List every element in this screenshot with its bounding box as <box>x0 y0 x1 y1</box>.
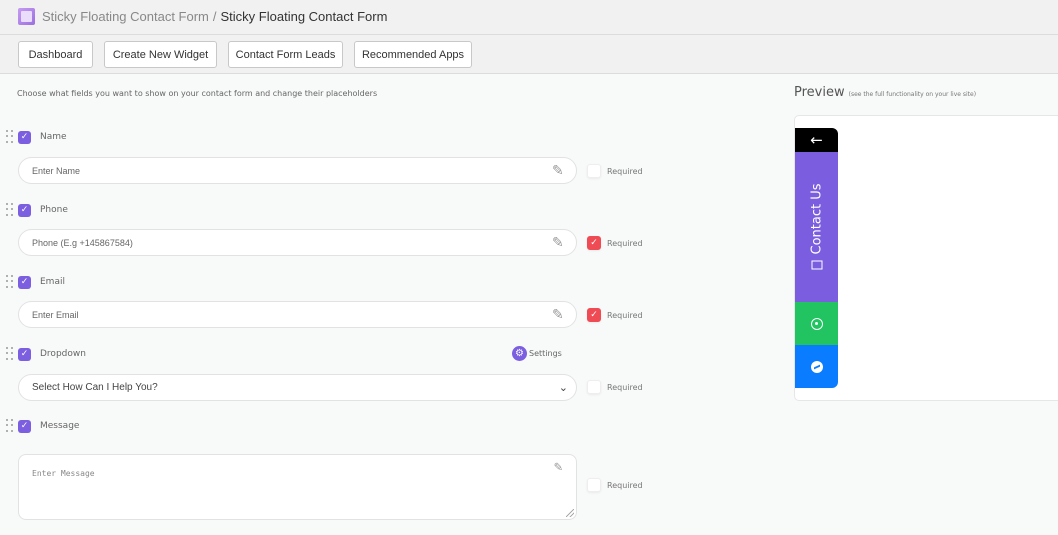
widget-messenger-button[interactable] <box>795 345 838 388</box>
preview-title: Preview <box>794 85 845 100</box>
mail-icon <box>811 260 822 270</box>
breadcrumb-separator: / <box>212 9 217 24</box>
field-enabled-checkbox-name[interactable]: ✓ <box>18 130 31 144</box>
required-label: Required <box>607 480 643 490</box>
pencil-icon: ✎ <box>552 234 564 250</box>
settings-label: Settings <box>529 349 562 358</box>
required-checkbox-phone[interactable]: ✓ <box>587 236 601 250</box>
messenger-icon <box>810 360 823 373</box>
required-checkbox-name[interactable] <box>587 164 601 178</box>
email-placeholder-input[interactable]: Enter Email ✎ <box>18 301 577 328</box>
field-header-message: ✓ Message <box>6 418 79 434</box>
chevron-down-icon: ⌄ <box>558 382 568 394</box>
message-placeholder-text: Enter Message <box>32 469 95 478</box>
field-label-phone: Phone <box>40 205 68 215</box>
name-placeholder-input[interactable]: Enter Name ✎ <box>18 157 577 184</box>
field-header-name: ✓ Name <box>6 129 67 145</box>
required-toggle-email[interactable]: ✓ Required <box>587 307 643 323</box>
required-label: Required <box>607 238 643 248</box>
required-toggle-dropdown[interactable]: Required <box>587 379 643 395</box>
drag-handle-icon[interactable] <box>6 347 14 361</box>
drag-handle-icon[interactable] <box>6 419 14 433</box>
resize-handle-icon[interactable] <box>566 509 574 517</box>
field-header-email: ✓ Email <box>6 274 65 290</box>
field-enabled-checkbox-email[interactable]: ✓ <box>18 275 31 289</box>
required-checkbox-message[interactable] <box>587 478 601 492</box>
field-header-dropdown: ✓ Dropdown <box>6 346 86 362</box>
drag-handle-icon[interactable] <box>6 275 14 289</box>
field-label-message: Message <box>40 421 80 431</box>
name-placeholder-text: Enter Name <box>32 165 81 176</box>
required-label: Required <box>607 382 643 392</box>
field-label-dropdown: Dropdown <box>40 349 86 359</box>
drag-handle-icon[interactable] <box>6 203 14 217</box>
required-checkbox-email[interactable]: ✓ <box>587 308 601 322</box>
pencil-icon: ✎ <box>554 459 563 475</box>
field-enabled-checkbox-message[interactable]: ✓ <box>18 419 31 433</box>
pencil-icon: ✎ <box>552 162 564 178</box>
pencil-icon: ✎ <box>552 306 564 322</box>
required-label: Required <box>607 310 643 320</box>
breadcrumb-parent[interactable]: Sticky Floating Contact Form <box>42 9 209 24</box>
field-label-email: Email <box>40 277 65 287</box>
field-enabled-checkbox-phone[interactable]: ✓ <box>18 203 31 217</box>
widget-whatsapp-button[interactable] <box>795 302 838 345</box>
widget-contact-us-tab[interactable]: Contact Us <box>795 152 838 302</box>
phone-placeholder-input[interactable]: Phone (E.g +145867584) ✎ <box>18 229 577 256</box>
required-toggle-name[interactable]: Required <box>587 163 643 179</box>
preview-heading: Preview (see the full functionality on y… <box>794 85 976 100</box>
dropdown-select[interactable]: Select How Can I Help You? ⌄ <box>18 374 577 401</box>
form-intro-text: Choose what fields you want to show on y… <box>17 89 378 98</box>
app-logo-icon <box>18 8 35 25</box>
field-label-name: Name <box>40 132 67 142</box>
required-label: Required <box>607 166 643 176</box>
create-new-widget-button[interactable]: Create New Widget <box>104 41 217 68</box>
dropdown-selected-value: Select How Can I Help You? <box>32 382 158 393</box>
dropdown-settings-button[interactable]: ⚙ Settings <box>512 346 562 361</box>
contact-us-label: Contact Us <box>809 183 824 255</box>
drag-handle-icon[interactable] <box>6 130 14 144</box>
field-header-phone: ✓ Phone <box>6 202 68 218</box>
dashboard-button[interactable]: Dashboard <box>18 41 93 68</box>
gear-icon: ⚙ <box>512 346 527 361</box>
contact-form-leads-button[interactable]: Contact Form Leads <box>228 41 343 68</box>
email-placeholder-text: Enter Email <box>32 309 79 320</box>
recommended-apps-button[interactable]: Recommended Apps <box>354 41 472 68</box>
breadcrumb-current: Sticky Floating Contact Form <box>220 9 388 24</box>
required-checkbox-dropdown[interactable] <box>587 380 601 394</box>
breadcrumb: Sticky Floating Contact Form / Sticky Floa… <box>42 9 387 24</box>
required-toggle-phone[interactable]: ✓ Required <box>587 235 643 251</box>
phone-placeholder-text: Phone (E.g +145867584) <box>32 237 133 248</box>
preview-subtitle: (see the full functionality on your live… <box>848 91 977 98</box>
widget-close-arrow-icon[interactable]: ← <box>795 128 838 152</box>
field-enabled-checkbox-dropdown[interactable]: ✓ <box>18 347 31 361</box>
required-toggle-message[interactable]: Required <box>587 477 643 493</box>
whatsapp-icon <box>810 317 823 330</box>
top-bar: Sticky Floating Contact Form / Sticky Floa… <box>0 0 1058 35</box>
nav-bar: Dashboard Create New Widget Contact Form… <box>0 35 1058 74</box>
floating-widget-preview: ← Contact Us <box>795 128 838 388</box>
message-placeholder-textarea[interactable]: Enter Message ✎ <box>18 454 577 520</box>
